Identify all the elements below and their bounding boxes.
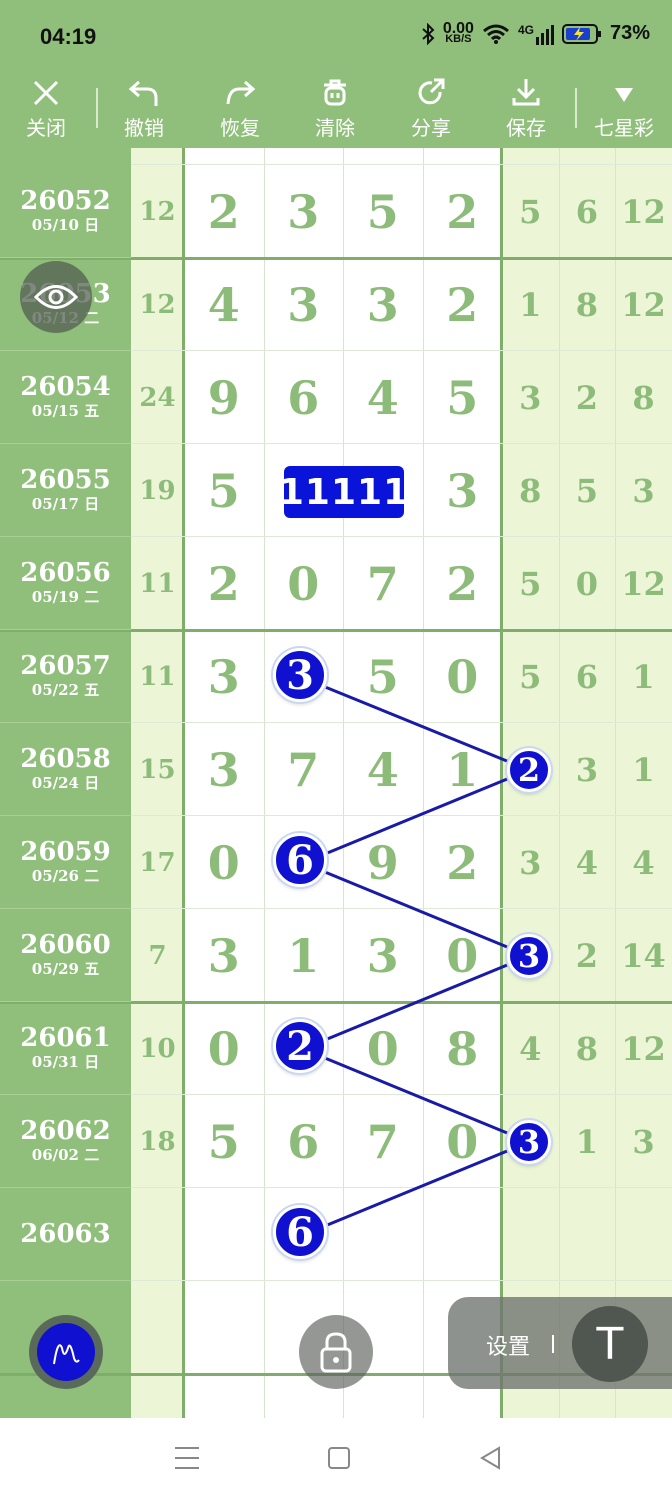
wifi-icon <box>482 24 509 44</box>
close-button[interactable]: 关闭 <box>6 70 86 148</box>
battery-icon <box>561 23 601 44</box>
trend-chart[interactable]: 2605205/10 日12235256122605305/12 二124332… <box>0 148 672 1418</box>
status-time: 04:19 <box>40 24 97 49</box>
lock-icon <box>320 1332 352 1373</box>
marked-ball[interactable]: 2 <box>273 1019 327 1073</box>
net-speed: 0.00 KB/S <box>442 19 474 45</box>
square-icon <box>328 1447 350 1469</box>
share-button[interactable]: 分享 <box>391 70 471 148</box>
bluetooth-icon <box>422 22 435 45</box>
redo-button[interactable]: 恢复 <box>200 70 280 148</box>
highlight-badge[interactable]: 11111 <box>279 466 408 518</box>
marked-ball[interactable]: 3 <box>507 1120 551 1164</box>
back-triangle-icon <box>480 1446 500 1470</box>
eye-icon <box>34 285 78 309</box>
download-icon <box>512 79 540 106</box>
undo-button[interactable]: 撤销 <box>104 70 184 148</box>
draw-pen-button[interactable] <box>29 1315 103 1389</box>
scribble-icon <box>53 1344 80 1365</box>
back-nav-button[interactable] <box>479 1446 503 1475</box>
share-icon <box>418 78 445 105</box>
connection-lines <box>299 676 533 1237</box>
settings-label: 设置 <box>486 1335 531 1360</box>
status-icons: 0.00 KB/S 4G 73% <box>421 19 650 45</box>
text-tool-button[interactable]: T <box>572 1306 648 1382</box>
status-bar: 04:19 0.00 KB/S 4G 73% <box>0 0 672 70</box>
redo-icon <box>226 80 256 105</box>
home-nav-button[interactable] <box>327 1446 351 1475</box>
marked-ball[interactable]: 2 <box>507 748 551 792</box>
trash-icon <box>324 79 346 106</box>
toolbar: 关闭 撤销 恢复 清除 分享 保存 七星彩 <box>0 70 672 148</box>
lock-button[interactable] <box>299 1315 373 1389</box>
signal-icon: 4G <box>518 23 554 45</box>
visibility-toggle-button[interactable] <box>20 261 92 333</box>
system-nav-bar <box>0 1418 672 1500</box>
triangle-down-icon <box>615 88 633 102</box>
close-icon <box>33 80 59 106</box>
clear-button[interactable]: 清除 <box>295 70 375 148</box>
toolbar-divider <box>575 88 577 128</box>
marked-ball[interactable]: 3 <box>507 934 551 978</box>
lottery-type-dropdown[interactable]: 七星彩 <box>584 70 664 148</box>
menu-icon <box>175 1447 199 1469</box>
undo-icon <box>128 80 158 106</box>
menu-nav-button[interactable] <box>174 1446 200 1475</box>
marked-ball[interactable]: 6 <box>273 833 327 887</box>
marked-ball[interactable]: 6 <box>273 1205 327 1259</box>
toolbar-divider <box>96 88 98 128</box>
battery-percent: 73% <box>609 22 650 44</box>
save-button[interactable]: 保存 <box>486 70 566 148</box>
marked-ball[interactable]: 3 <box>273 648 327 702</box>
